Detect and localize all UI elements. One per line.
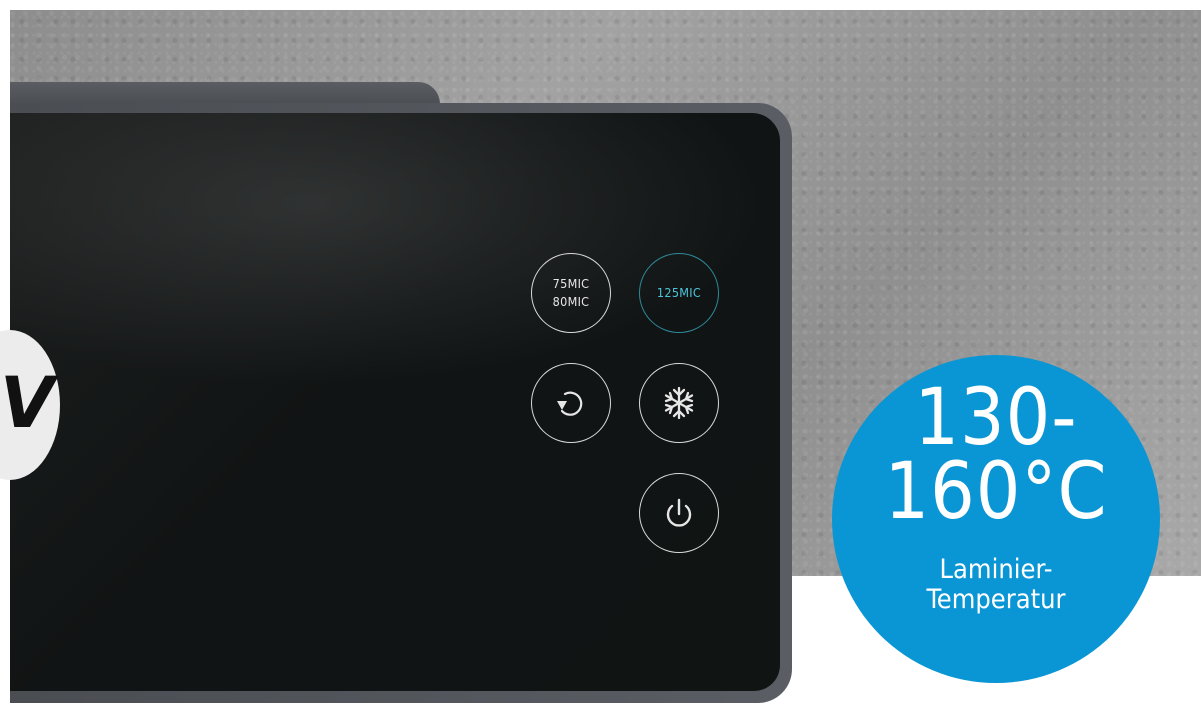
temperature-range: 130- 160°C: [832, 379, 1160, 531]
snowflake-icon: [664, 386, 694, 420]
caption-line-1: Laminier-: [939, 554, 1053, 585]
temperature-line-2: 160°C: [884, 447, 1108, 537]
caption-line-2: Temperatur: [926, 584, 1066, 615]
brand-logo-mark: V: [0, 362, 55, 444]
thickness-125-button[interactable]: 125MIC: [639, 253, 719, 333]
power-icon: [666, 498, 692, 527]
reverse-button[interactable]: [531, 363, 611, 443]
reverse-arrow-icon: [557, 391, 583, 416]
thickness-75-label: 75MIC: [552, 276, 590, 291]
temperature-caption: Laminier- Temperatur: [832, 555, 1160, 615]
product-photo: V 75MIC 80MIC 125MIC 130- 160°C Laminier…: [0, 0, 1201, 711]
power-button[interactable]: [639, 473, 719, 553]
thickness-125-label: 125MIC: [656, 285, 702, 300]
thickness-80-label: 80MIC: [552, 294, 590, 309]
cooling-button[interactable]: [639, 363, 719, 443]
temperature-badge: 130- 160°C Laminier- Temperatur: [832, 355, 1160, 683]
thickness-75-80-button[interactable]: 75MIC 80MIC: [531, 253, 611, 333]
